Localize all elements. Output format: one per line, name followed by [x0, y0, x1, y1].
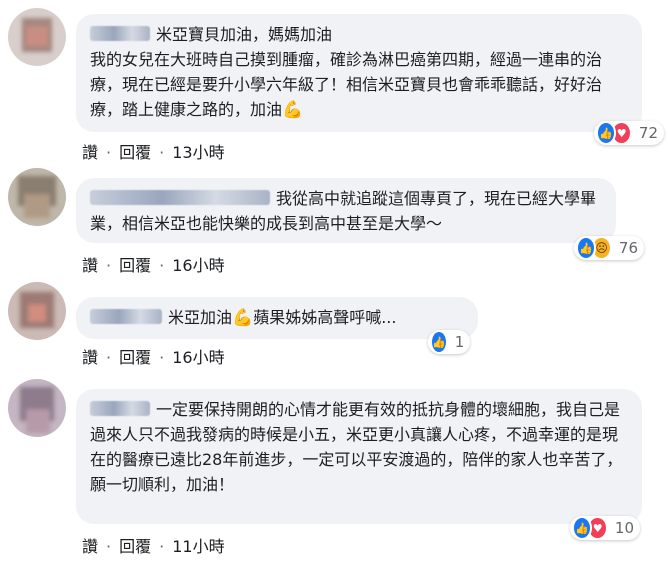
- author-name[interactable]: [90, 190, 270, 205]
- avatar[interactable]: [8, 168, 66, 226]
- reaction-count: 10: [614, 519, 634, 537]
- avatar[interactable]: [8, 379, 66, 437]
- reaction-count: 72: [638, 124, 658, 142]
- flexed-biceps-icon: 💪: [232, 308, 254, 328]
- separator: ·: [106, 348, 112, 367]
- separator: ·: [106, 143, 112, 162]
- reaction-count: 1: [454, 333, 465, 351]
- reply-button[interactable]: 回覆: [119, 139, 151, 163]
- reaction-summary[interactable]: 👍 ♥ 72: [594, 121, 664, 145]
- avatar[interactable]: [8, 282, 66, 340]
- reply-button[interactable]: 回覆: [119, 533, 151, 557]
- comment-bubble: 我從高中就追蹤這個專頁了，現在已經大學畢業，相信米亞也能快樂的成長到高中甚至是大…: [76, 178, 616, 243]
- comment-actions: 讚 · 回覆 · 11小時: [82, 533, 225, 557]
- timestamp[interactable]: 16小時: [172, 252, 224, 276]
- comment-bubble: 米亞加油💪蘋果姊姊高聲呼喊...: [76, 297, 478, 339]
- timestamp[interactable]: 13小時: [172, 139, 224, 163]
- reaction-summary[interactable]: 👍 ☹ 76: [574, 236, 644, 260]
- author-name[interactable]: [90, 401, 150, 416]
- like-button[interactable]: 讚: [82, 139, 98, 163]
- timestamp[interactable]: 16小時: [172, 344, 224, 368]
- author-name[interactable]: [90, 26, 150, 41]
- reaction-summary[interactable]: 👍 1: [428, 330, 470, 354]
- comment-actions: 讚 · 回覆 · 13小時: [82, 139, 225, 163]
- like-button[interactable]: 讚: [82, 344, 98, 368]
- comment-actions: 讚 · 回覆 · 16小時: [82, 252, 225, 276]
- timestamp[interactable]: 11小時: [172, 533, 224, 557]
- reaction-count: 76: [618, 239, 638, 257]
- flexed-biceps-icon: 💪: [282, 100, 304, 120]
- separator: ·: [106, 537, 112, 556]
- separator: ·: [159, 537, 165, 556]
- separator: ·: [159, 256, 165, 275]
- reply-button[interactable]: 回覆: [119, 252, 151, 276]
- reply-button[interactable]: 回覆: [119, 344, 151, 368]
- like-button[interactable]: 讚: [82, 533, 98, 557]
- reaction-summary[interactable]: 👍 ♥ 10: [570, 516, 640, 540]
- comment-text: 米亞寶貝加油，媽媽加油 我的女兒在大班時自己摸到腫瘤，確診為淋巴癌第四期，經過一…: [90, 25, 603, 119]
- separator: ·: [159, 348, 165, 367]
- comment-bubble: 米亞寶貝加油，媽媽加油 我的女兒在大班時自己摸到腫瘤，確診為淋巴癌第四期，經過一…: [76, 14, 642, 132]
- like-icon: 👍: [430, 330, 448, 354]
- comment-actions: 讚 · 回覆 · 16小時: [82, 344, 225, 368]
- separator: ·: [159, 143, 165, 162]
- separator: ·: [106, 256, 112, 275]
- comment-bubble: 一定要保持開朗的心情才能更有效的抵抗身體的壞細胞，我自己是過來人只不過我發病的時…: [76, 389, 642, 524]
- like-button[interactable]: 讚: [82, 252, 98, 276]
- comment-text: 米亞加油💪蘋果姊姊高聲呼喊...: [168, 308, 396, 328]
- author-name[interactable]: [90, 309, 162, 324]
- comment-text: 一定要保持開朗的心情才能更有效的抵抗身體的壞細胞，我自己是過來人只不過我發病的時…: [90, 400, 623, 494]
- avatar[interactable]: [8, 8, 66, 66]
